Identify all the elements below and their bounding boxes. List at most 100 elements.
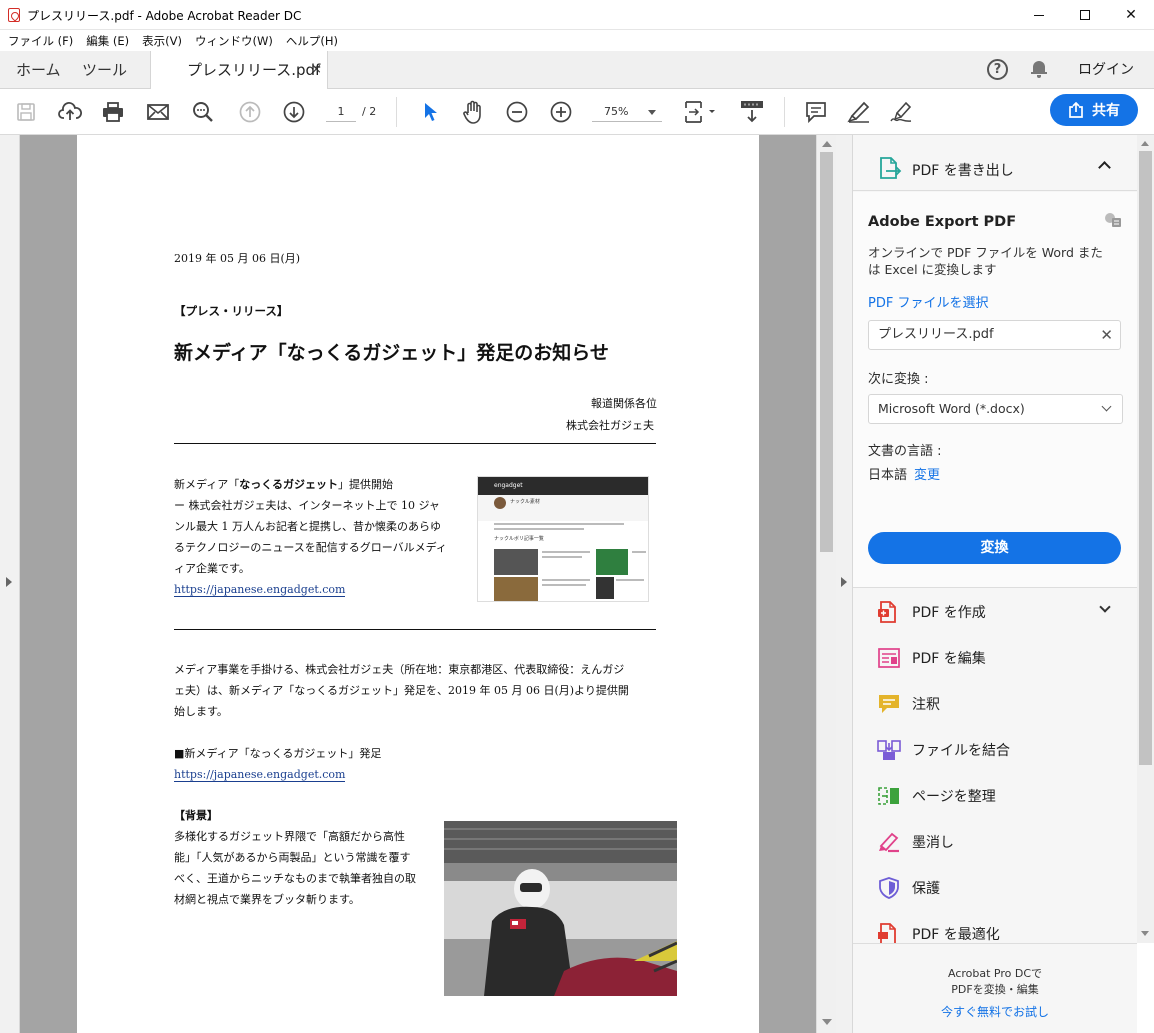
tab-document-label: プレスリリース.pdf bbox=[187, 61, 321, 79]
tools-pane: PDF を書き出し Adobe Export PDF オンラインで PDF ファ… bbox=[853, 135, 1137, 1033]
menu-help[interactable]: ヘルプ(H) bbox=[286, 31, 338, 51]
export-pdf-header[interactable]: PDF を書き出し bbox=[853, 135, 1137, 191]
convert-button[interactable]: 変換 bbox=[868, 532, 1121, 564]
menu-view[interactable]: 表示(V) bbox=[142, 31, 182, 51]
tab-home[interactable]: ホーム bbox=[16, 51, 61, 89]
zoom-select[interactable]: 75% bbox=[592, 102, 662, 122]
divider-rule bbox=[174, 443, 656, 444]
section1-text: 新メディア「なっくるガジェット」提供開始 ー 株式会社ガジェ夫は、インターネット… bbox=[174, 474, 447, 600]
window-title: プレスリリース.pdf - Adobe Acrobat Reader DC bbox=[27, 9, 302, 23]
combine-files-icon bbox=[877, 740, 901, 760]
section1-line: ィア企業です。 bbox=[174, 562, 250, 575]
tool-organize-pages[interactable]: ページを整理 bbox=[853, 773, 1137, 819]
fit-page-icon[interactable] bbox=[682, 99, 720, 125]
zoom-value: 75% bbox=[604, 105, 629, 118]
menu-window[interactable]: ウィンドウ(W) bbox=[195, 31, 273, 51]
clear-file-icon[interactable]: ✕ bbox=[1100, 321, 1113, 349]
cloud-pdf-icon bbox=[1105, 213, 1121, 227]
chevron-down-icon[interactable] bbox=[1099, 601, 1111, 613]
export-pdf-icon bbox=[880, 157, 902, 179]
free-trial-link[interactable]: 今すぐ無料でお試し bbox=[853, 1003, 1137, 1020]
scrollbar-thumb[interactable] bbox=[1139, 151, 1152, 765]
thumb-heading: ナックル素材 bbox=[510, 499, 540, 505]
tool-protect[interactable]: 保護 bbox=[853, 865, 1137, 911]
zoom-in-icon[interactable] bbox=[548, 99, 574, 125]
scrollbar-thumb[interactable] bbox=[820, 152, 833, 552]
menu-edit[interactable]: 編集 (E) bbox=[86, 31, 129, 51]
tool-create-pdf[interactable]: PDF を作成 bbox=[853, 589, 1137, 635]
close-window-button[interactable]: ✕ bbox=[1108, 0, 1154, 30]
tool-label: 墨消し bbox=[912, 835, 954, 851]
tool-label: 注釈 bbox=[912, 697, 940, 713]
print-icon[interactable] bbox=[100, 99, 126, 125]
background-title: 【背景】 bbox=[174, 809, 218, 822]
section1-link[interactable]: https://japanese.engadget.com bbox=[174, 583, 346, 597]
tools-pane-scrollbar[interactable] bbox=[1137, 135, 1154, 943]
section1-title: 新メディア「なっくるガジェット」提供開始 bbox=[174, 478, 394, 491]
page-total: / 2 bbox=[362, 105, 377, 118]
minimize-button[interactable] bbox=[1016, 0, 1062, 30]
scroll-up-icon[interactable] bbox=[822, 141, 832, 147]
save-icon[interactable] bbox=[13, 99, 39, 125]
tool-comment[interactable]: 注釈 bbox=[853, 681, 1137, 727]
redact-icon bbox=[879, 832, 899, 853]
bell-icon[interactable] bbox=[1031, 60, 1047, 78]
share-button[interactable]: 共有 bbox=[1050, 94, 1138, 126]
search-zoom-icon[interactable] bbox=[190, 99, 216, 125]
scroll-down-icon[interactable] bbox=[822, 1019, 832, 1025]
chevron-up-icon[interactable] bbox=[1098, 161, 1111, 174]
page-up-icon[interactable] bbox=[237, 99, 263, 125]
tool-label: PDF を編集 bbox=[912, 651, 986, 667]
background-line: 材網と視点で業界をブッタ斬ります。 bbox=[174, 893, 360, 906]
scroll-down-icon[interactable] bbox=[1141, 931, 1149, 936]
launch-title: ■新メディア「なっくるガジェット」発足 bbox=[174, 747, 382, 760]
press-kicker: 【プレス・リリース】 bbox=[174, 304, 289, 318]
change-language-link[interactable]: 変更 bbox=[914, 464, 940, 483]
scroll-up-icon[interactable] bbox=[1141, 141, 1149, 146]
selected-file-field[interactable]: プレスリリース.pdf ✕ bbox=[868, 320, 1121, 350]
menu-file[interactable]: ファイル (F) bbox=[8, 31, 73, 51]
body-line: メディア事業を手掛ける、株式会社ガジェ夫（所在地：東京都港区、代表取締役：えんガ… bbox=[174, 663, 625, 676]
page-down-icon[interactable] bbox=[281, 99, 307, 125]
comment-icon[interactable] bbox=[803, 99, 829, 125]
tool-redact[interactable]: 墨消し bbox=[853, 819, 1137, 865]
hand-icon[interactable] bbox=[460, 99, 486, 125]
left-panel-toggle[interactable] bbox=[0, 135, 20, 1033]
select-pdf-link[interactable]: PDF ファイルを選択 bbox=[868, 292, 988, 311]
help-icon[interactable]: ? bbox=[987, 59, 1008, 80]
tab-document[interactable]: プレスリリース.pdf × bbox=[150, 51, 328, 89]
right-panel-toggle[interactable] bbox=[836, 135, 853, 1033]
export-pdf-title: PDF を書き出し bbox=[912, 163, 1014, 179]
tab-tools[interactable]: ツール bbox=[82, 51, 127, 89]
select-cursor-icon[interactable] bbox=[417, 99, 443, 125]
close-tab-icon[interactable]: × bbox=[311, 51, 322, 89]
document-area: 2019 年 05 月 06 日(月) 【プレス・リリース】 新メディア「なっく… bbox=[0, 135, 836, 1033]
tool-edit-pdf[interactable]: PDF を編集 bbox=[853, 635, 1137, 681]
organize-pages-icon bbox=[878, 787, 899, 805]
export-description: オンラインで PDF ファイルを Word または Excel に変換します bbox=[868, 245, 1103, 277]
tool-combine-files[interactable]: ファイルを結合 bbox=[853, 727, 1137, 773]
language-label: 文書の言語 : bbox=[868, 444, 942, 459]
title-bar: プレスリリース.pdf - Adobe Acrobat Reader DC ✕ bbox=[0, 0, 1154, 30]
launch-link[interactable]: https://japanese.engadget.com bbox=[174, 768, 346, 782]
maximize-button[interactable] bbox=[1062, 0, 1108, 30]
tool-label: ページを整理 bbox=[912, 789, 996, 805]
format-select[interactable]: Microsoft Word (*.docx) bbox=[868, 394, 1123, 424]
tool-label: PDF を最適化 bbox=[912, 927, 1000, 943]
minimize-icon bbox=[1034, 14, 1044, 16]
zoom-out-icon[interactable] bbox=[504, 99, 530, 125]
scroll-mode-icon[interactable] bbox=[739, 99, 765, 125]
document-scrollbar[interactable] bbox=[816, 135, 836, 1033]
body-text: メディア事業を手掛ける、株式会社ガジェ夫（所在地：東京都港区、代表取締役：えんガ… bbox=[174, 659, 629, 722]
login-button[interactable]: ログイン bbox=[1078, 51, 1134, 89]
mail-icon[interactable] bbox=[145, 99, 171, 125]
export-pdf-panel: Adobe Export PDF オンラインで PDF ファイルを Word ま… bbox=[853, 192, 1137, 588]
highlight-pen-icon[interactable] bbox=[846, 99, 872, 125]
share-icon bbox=[1069, 102, 1083, 118]
page-number-input[interactable]: 1 bbox=[326, 102, 356, 122]
section1-line: るテクノロジーのニュースを配信するグローバルメディ bbox=[174, 541, 447, 554]
upload-cloud-icon[interactable] bbox=[57, 99, 83, 125]
chevron-down-icon bbox=[1101, 401, 1112, 412]
section1-line: ンル最大 1 万人んお記者と提携し、昔か懐柔のあらゆ bbox=[174, 520, 441, 533]
sign-icon[interactable] bbox=[889, 99, 915, 125]
